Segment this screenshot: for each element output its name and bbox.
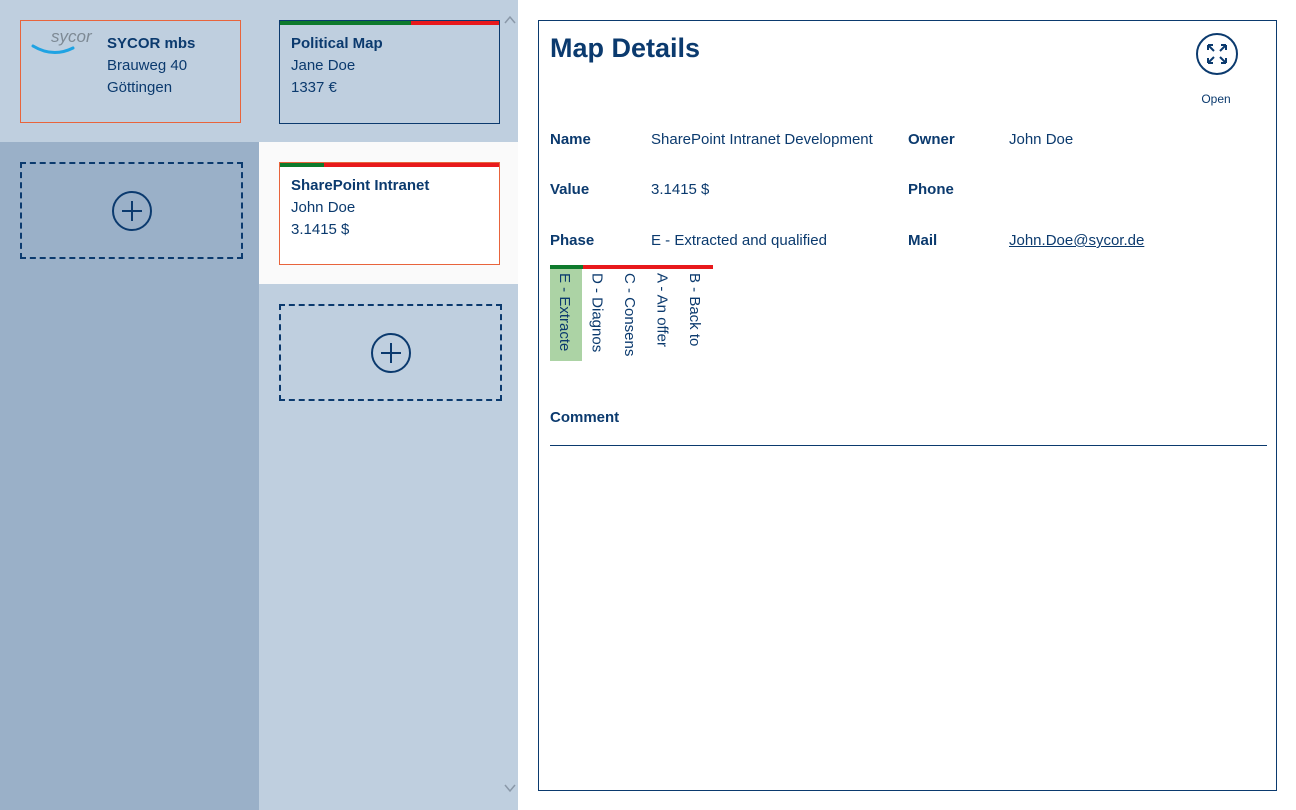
mail-label: Mail [908, 232, 938, 249]
phase-option[interactable]: B - Back to [680, 269, 712, 361]
open-button[interactable]: Open [1194, 33, 1238, 106]
plus-circle-icon [370, 332, 411, 373]
phase-option-label: A - An offer [653, 273, 671, 347]
account-card-sycor[interactable]: sycor SYCOR mbs Brauweg 40 Göttingen [20, 20, 241, 123]
chevron-down-icon[interactable] [503, 782, 517, 794]
map-card-owner: John Doe [291, 199, 356, 216]
map-card-value: 1337 € [291, 79, 337, 96]
logo-swoosh-icon [31, 44, 75, 54]
phase-value: E - Extracted and qualified [651, 232, 827, 249]
phase-option-label: E - Extracte [556, 273, 573, 352]
sycor-logo: sycor [29, 27, 109, 61]
page-title: Map Details [550, 33, 701, 63]
map-card-sharepoint[interactable]: SharePoint Intranet John Doe 3.1415 $ [279, 162, 500, 265]
map-details-panel: Map Details Open Name SharePoint Intrane… [538, 20, 1277, 791]
phase-label: Phase [550, 232, 595, 249]
open-label: Open [1201, 92, 1231, 106]
progress-remaining-bar [411, 21, 499, 25]
progress-done-bar [280, 163, 324, 167]
name-value: SharePoint Intranet Development [651, 131, 873, 148]
account-street: Brauweg 40 [107, 57, 188, 74]
chevron-up-icon[interactable] [503, 14, 517, 26]
value-label: Value [550, 181, 590, 198]
phase-option[interactable]: A - An offer [648, 269, 680, 361]
map-card-owner: Jane Doe [291, 57, 356, 74]
map-card-title: SharePoint Intranet [291, 177, 430, 194]
comment-label: Comment [550, 409, 620, 426]
add-map-button[interactable] [279, 304, 502, 401]
phase-option[interactable]: D - Diagnos [583, 269, 615, 361]
value-value: 3.1415 $ [651, 181, 710, 198]
phase-option[interactable]: C - Consens [615, 269, 647, 361]
progress-done-bar [280, 21, 411, 25]
add-account-button[interactable] [20, 162, 243, 259]
phase-option-label: D - Diagnos [588, 273, 606, 353]
name-label: Name [550, 131, 591, 148]
owner-label: Owner [908, 131, 955, 148]
plus-circle-icon [111, 190, 152, 231]
account-name: SYCOR mbs [107, 35, 196, 52]
owner-value: John Doe [1009, 131, 1074, 148]
map-card-title: Political Map [291, 35, 383, 52]
comment-divider [550, 445, 1267, 446]
map-card-value: 3.1415 $ [291, 221, 350, 238]
expand-arrows-icon [1196, 33, 1238, 75]
phase-option[interactable]: E - Extracte [550, 269, 582, 361]
mail-link[interactable]: John.Doe@sycor.de [1009, 232, 1144, 249]
account-city: Göttingen [107, 79, 173, 96]
progress-remaining-bar [324, 163, 499, 167]
map-card-political[interactable]: Political Map Jane Doe 1337 € [279, 20, 500, 124]
phase-option-label: B - Back to [686, 273, 703, 347]
phase-option-label: C - Consens [621, 273, 638, 357]
phone-label: Phone [908, 181, 954, 198]
